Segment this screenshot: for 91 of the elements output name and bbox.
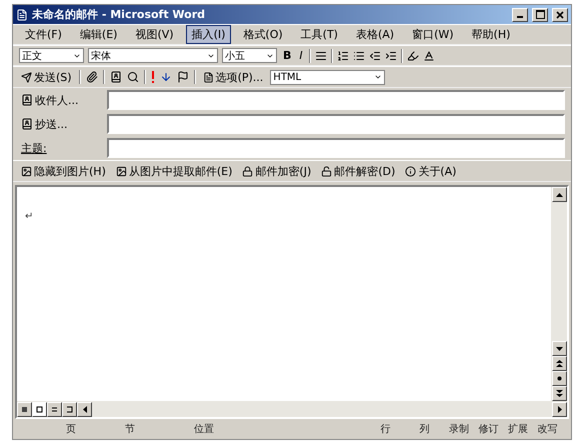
down-arrow-icon [556, 346, 562, 350]
arrow-down-icon[interactable] [160, 71, 172, 83]
toolbar-button[interactable]: 从图片中提取邮件(E) [114, 164, 234, 178]
minimize-icon [517, 16, 523, 18]
address-button[interactable]: 收件人... [21, 92, 101, 108]
right-arrow-icon [558, 406, 562, 412]
font-dropdown[interactable]: 宋体 [91, 48, 111, 62]
bracket-icon [66, 406, 73, 412]
menu-item[interactable]: 工具(T) [294, 25, 344, 44]
document-icon [202, 72, 214, 82]
align-icon[interactable] [314, 50, 327, 62]
menu-item[interactable]: 文件(F) [19, 25, 68, 44]
up-arrow-icon [556, 192, 562, 196]
outdent-icon[interactable] [368, 50, 381, 62]
scroll-button[interactable] [552, 341, 566, 356]
scroll-button[interactable] [17, 402, 32, 416]
unlock-icon [321, 166, 332, 176]
italic-button[interactable]: I [297, 49, 305, 62]
double-down-arrow-icon [556, 390, 562, 397]
scroll-button[interactable] [77, 402, 92, 416]
status-item: 扩展 [508, 422, 530, 436]
menu-item[interactable]: 插入(I) [186, 25, 232, 44]
paragraph-mark: ↵ [25, 211, 34, 222]
toolbar-button[interactable]: 邮件加密(J) [240, 164, 314, 178]
scroll-button[interactable] [552, 402, 567, 416]
send-icon [21, 72, 32, 82]
status-item: 修订 [478, 423, 500, 436]
menu-item[interactable]: 编辑(E) [74, 25, 124, 44]
picture-icon [116, 166, 127, 176]
scroll-button[interactable] [552, 371, 566, 386]
address-book-icon [21, 118, 33, 130]
chevron-down-icon[interactable] [374, 73, 382, 81]
input-field[interactable] [107, 138, 565, 158]
status-item: 节 [125, 422, 136, 436]
menu-item[interactable]: 帮助(H) [466, 25, 516, 44]
address-book-icon [21, 94, 33, 106]
scroll-button[interactable] [552, 386, 566, 401]
highlighter-icon[interactable] [406, 50, 419, 62]
scroll-button[interactable] [47, 402, 62, 416]
exclamation-icon[interactable] [150, 71, 155, 83]
double-up-arrow-icon [556, 360, 562, 367]
options-button[interactable]: 选项(P)... [200, 70, 266, 84]
status-item: 录制 [449, 422, 470, 436]
close-icon [556, 10, 564, 18]
search-icon[interactable] [126, 71, 139, 83]
flag-icon[interactable] [176, 71, 189, 83]
toolbar-button[interactable]: 隐藏到图片(H) [19, 164, 108, 178]
dot-icon [556, 376, 562, 381]
scroll-button[interactable] [62, 402, 77, 416]
vertical-scrollbar[interactable] [551, 187, 567, 401]
font-color-icon[interactable] [422, 50, 435, 62]
status-item: 行 [380, 423, 392, 436]
scroll-button[interactable] [552, 187, 566, 202]
field-label: 主题: [21, 140, 48, 156]
paperclip-icon[interactable] [86, 71, 98, 83]
scroll-button[interactable] [32, 402, 47, 416]
left-arrow-icon [82, 406, 86, 412]
input-field[interactable] [107, 114, 565, 134]
close-button[interactable] [552, 8, 568, 22]
horizontal-scrollbar[interactable] [17, 401, 567, 417]
status-item: 改写 [538, 423, 559, 436]
lines-icon [51, 406, 58, 412]
indent-icon[interactable] [384, 50, 397, 62]
bold-button[interactable]: B [281, 49, 294, 62]
menu-item[interactable]: 表格(A) [350, 25, 400, 44]
minimize-button[interactable] [512, 8, 528, 22]
menu-item[interactable]: 视图(V) [129, 25, 180, 44]
picture-icon [21, 166, 32, 176]
document-icon [16, 8, 28, 20]
status-item: 位置 [194, 422, 215, 436]
maximize-icon [536, 10, 544, 19]
menu-item[interactable]: 窗口(W) [406, 25, 460, 44]
info-icon [405, 166, 416, 176]
status-item: 列 [420, 423, 431, 436]
square-icon [21, 406, 28, 412]
numbered-list-icon[interactable] [336, 50, 349, 62]
window-title: 未命名的邮件 - Microsoft Word [32, 7, 206, 22]
menu-item[interactable]: 格式(O) [237, 25, 289, 44]
address-book-icon[interactable] [110, 71, 122, 83]
lock-icon [242, 166, 254, 176]
toolbar-button[interactable]: 邮件解密(D) [319, 164, 398, 178]
status-item: 页 [66, 423, 78, 436]
page-icon [36, 406, 43, 412]
scroll-button[interactable] [552, 356, 566, 371]
address-button[interactable]: 抄送... [21, 116, 101, 132]
document-page[interactable]: ↵ [17, 187, 551, 401]
format-dropdown[interactable]: HTML [273, 72, 302, 82]
maximize-button[interactable] [532, 8, 548, 22]
send-button[interactable]: 发送(S) [19, 70, 74, 84]
toolbar-button[interactable]: 关于(A) [403, 164, 458, 178]
input-field[interactable] [107, 90, 565, 110]
